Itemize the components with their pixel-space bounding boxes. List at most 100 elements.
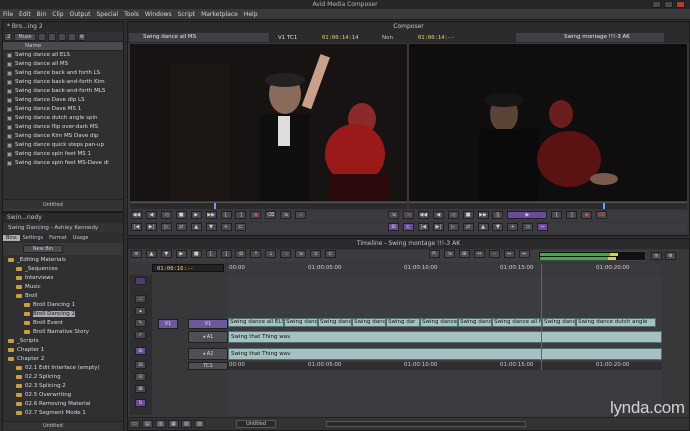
match-frame-icon[interactable]: ⇄ [175,223,187,231]
step-back-icon[interactable]: ◀◀ [131,211,142,219]
trim-mode-icon[interactable]: ⊏ [235,223,247,231]
rec-segment-red-icon[interactable]: ⇔ [537,223,549,231]
tl-strip-a-icon[interactable]: ▴ [135,307,146,315]
rec-match-frame-icon[interactable]: ⇄ [462,223,474,231]
menu-help[interactable]: Help [241,9,261,20]
v1-video-clip[interactable]: Swing dance all ELS [228,318,284,327]
rec-step-forward-icon[interactable]: ▶▶ [477,211,489,219]
go-to-out-icon[interactable]: ▶| [145,223,157,231]
project-tree-item[interactable]: 02.7 Segment Mode 1 [3,409,123,418]
tl-menu-icon[interactable]: ≡ [131,250,142,258]
extract-icon[interactable]: ▼ [205,223,217,231]
rec-lift-icon[interactable]: ▲ [477,223,489,231]
menu-marketplace[interactable]: Marketplace [198,9,241,20]
v1-video-clip[interactable]: Swing danc [458,318,492,327]
v1-video-clip[interactable]: Swing dance all M [492,318,542,327]
tl-strip-g-icon[interactable]: ⊠ [135,385,146,393]
bin-clip-item[interactable]: Swing dance all ELS [3,51,123,60]
tl-splice-icon[interactable]: ⇲ [295,250,307,258]
source-monitor[interactable] [130,44,407,201]
v1-video-clip[interactable]: Swing dance all [420,318,458,327]
rec-toggle-icon[interactable]: ⊞ [388,223,399,231]
bin-clip-item[interactable]: Swing dance back-and-forth MLS [3,87,123,96]
minimize-button[interactable] [652,1,661,8]
tl-fast-menu-icon[interactable]: ≡ [651,252,662,260]
tl-bottom-a-icon[interactable]: ▭ [129,420,140,428]
mark-in-icon[interactable]: [ [220,211,232,219]
play-reverse-icon[interactable]: ◁ [160,211,172,219]
mark-out-icon[interactable]: ] [235,211,247,219]
go-to-in-icon[interactable]: |◀ [131,223,142,231]
source-clip-menu[interactable]: Swing dance all MS [129,33,269,42]
project-tree-item[interactable]: Interviews [3,274,123,283]
rec-extract-icon[interactable]: ▼ [492,223,504,231]
tab-bins[interactable]: Bins [3,235,20,241]
gear-icon[interactable]: ⚙ [78,32,86,41]
tl-down-icon[interactable]: ▼ [160,250,172,258]
source-position-bar[interactable] [130,202,407,209]
record-track-a1[interactable]: ◂ A1 [188,331,228,343]
tl-match-icon[interactable]: ↔ [473,250,485,258]
tl-clear-icon[interactable]: ⊘ [235,250,247,258]
menu-output[interactable]: Output [67,9,94,20]
bin-tab[interactable]: Muse [14,32,36,41]
menu-tools[interactable]: Tools [121,9,142,20]
project-tree-item[interactable]: _Sequences [3,265,123,274]
tl-extract-splice-icon[interactable]: ⇲ [443,250,455,258]
tl-lift-icon[interactable]: ⇡ [250,250,262,258]
bin-clip-item[interactable]: Swing dance back-and-forth Kim [3,78,123,87]
a2-audio-clip[interactable]: Swing that Thing wav [228,348,662,360]
tab-usage[interactable]: Usage [70,235,92,241]
step-back-frame-icon[interactable]: ◀ [145,211,157,219]
rec-play-reverse-icon[interactable]: ◁ [447,211,459,219]
close-button[interactable] [676,1,685,8]
rec-add-edit-icon[interactable]: + [507,223,519,231]
tab-format[interactable]: Format [46,235,70,241]
rec-segment-icon[interactable]: ⊐ [522,223,534,231]
splice-icon[interactable]: ⇲ [280,211,292,219]
bin-clip-item[interactable]: Swing dance spin feet MS 1 [3,150,123,159]
tl-extract-icon[interactable]: ⇣ [265,250,277,258]
timeline-ruler-top[interactable]: 00:00 01:00:05:00 01:00:10:00 01:00:15:0… [228,264,662,272]
tl-mark-out-icon[interactable]: ] [220,250,232,258]
rec-stop-icon[interactable]: ■ [462,211,474,219]
tl-add-edit-icon[interactable]: ⊞ [458,250,470,258]
project-tree-item[interactable]: Chapter 2 [3,355,123,364]
v1-video-clip[interactable]: Swing danc [318,318,352,327]
bin-clip-item[interactable]: Swing dance Dave MS 1 [3,105,123,114]
tl-bottom-f-icon[interactable]: ▨ [194,420,205,428]
mark-clip-icon[interactable]: ◆ [250,211,262,219]
bin-clip-item[interactable]: Swing dance quick steps pan-up [3,141,123,150]
v1-video-clip[interactable]: Swing danc [542,318,576,327]
tl-bottom-d-icon[interactable]: ▦ [168,420,179,428]
record-sequence-menu[interactable]: Swing montage !!!-3 AK [516,33,664,42]
menu-script[interactable]: Script [175,9,198,20]
tl-play-icon[interactable]: ▶ [175,250,187,258]
tl-lift-overwrite-icon[interactable]: ⇱ [429,250,440,258]
project-tree-item[interactable]: 02.6 Removing Material [3,400,123,409]
tl-trim-icon[interactable]: ⊏ [324,250,336,258]
tl-segment-red-icon[interactable]: ⇔ [488,250,500,258]
rec-pause-icon[interactable]: || [492,211,504,219]
tl-settings-icon[interactable]: ⚙ [665,252,676,260]
v1-video-clip[interactable]: Swing danc [284,318,318,327]
bin-tool-d[interactable] [68,32,76,41]
tl-overwrite-icon[interactable]: ⇲ [280,250,292,258]
tl-strip-h-icon[interactable]: ⇅ [135,399,146,407]
timeline-timecode[interactable]: 01:00:16:-- [152,264,224,272]
menu-special[interactable]: Special [93,9,121,20]
bin-clip-item[interactable]: Swing dance dutch angle spin [3,114,123,123]
timeline-track-area[interactable]: Swing dance all ELS Swing danc Swing danc S… [228,264,662,415]
bin-clip-item[interactable]: Swing dance spin feet MS-Dave di [3,159,123,168]
rec-step-back-icon[interactable]: ◀◀ [417,211,429,219]
tl-strip-d-icon[interactable]: ⊞ [135,347,146,355]
project-tree-item[interactable]: _Editing Materials [3,256,123,265]
tl-strip-top-icon[interactable] [135,277,146,285]
v1-video-clip[interactable]: Swing danc [352,318,386,327]
rec-go-to-in-icon[interactable]: |◀ [417,223,429,231]
project-tree-item[interactable]: Music [3,283,123,292]
rec-splice-icon[interactable]: ⇲ [388,211,399,219]
source-track-v1[interactable]: V1 [158,319,178,329]
bin-clip-item[interactable]: Swing dance flip over-dark MS [3,123,123,132]
play-in-to-out-icon[interactable]: ▷ [160,223,172,231]
